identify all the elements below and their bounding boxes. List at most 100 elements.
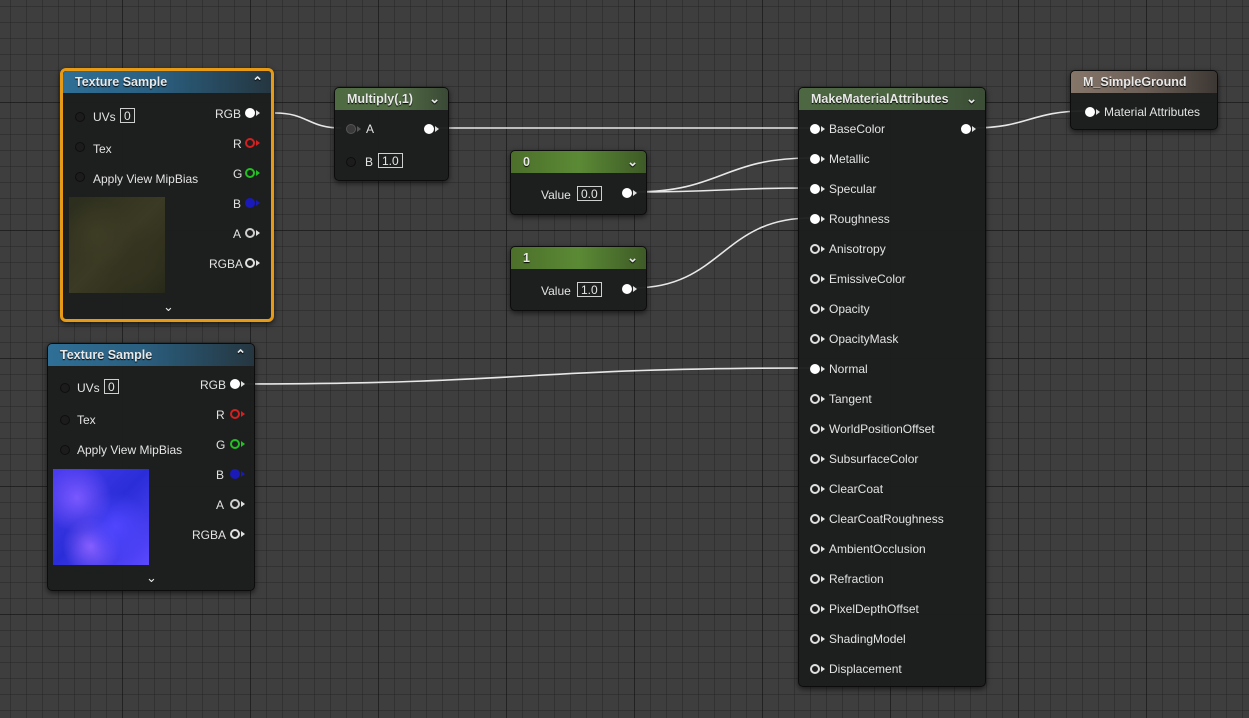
tex-label: Tex — [77, 413, 96, 427]
anisotropy-label: Anisotropy — [829, 242, 886, 256]
ambient-occlusion-label: AmbientOcclusion — [829, 542, 926, 556]
output-label-rgba: RGBA — [192, 528, 227, 542]
output-label-rgba: RGBA — [209, 257, 244, 271]
texture-sample-header[interactable]: Texture Sample ⌃ — [48, 344, 254, 366]
collapse-icon[interactable]: ⌄ — [627, 247, 638, 269]
multiply-output-pin[interactable] — [424, 124, 439, 136]
normal-input-pin[interactable] — [810, 364, 825, 376]
mipbias-label: Apply View MipBias — [93, 172, 199, 186]
ambient-occlusion-input-pin[interactable] — [810, 544, 825, 556]
material-result-header[interactable]: M_SimpleGround — [1071, 71, 1217, 93]
value-output-pin[interactable] — [622, 188, 637, 200]
rgba-output-pin[interactable] — [230, 529, 245, 541]
pixel-depth-offset-input-pin[interactable] — [810, 604, 825, 616]
collapse-icon[interactable]: ⌄ — [966, 88, 977, 110]
b-value-field[interactable]: 1.0 — [378, 153, 403, 168]
uvs-value-field[interactable]: 0 — [120, 108, 135, 123]
make-material-attributes-header[interactable]: MakeMaterialAttributes ⌄ — [799, 88, 985, 110]
r-output-pin[interactable] — [245, 138, 260, 150]
material-result-node[interactable]: M_SimpleGround Material Attributes — [1070, 70, 1218, 130]
collapse-icon[interactable]: ⌄ — [429, 88, 440, 110]
output-label-rgb: RGB — [215, 107, 242, 121]
base-color-input-pin[interactable] — [810, 124, 825, 136]
displacement-input-pin[interactable] — [810, 664, 825, 676]
scalar-param-header[interactable]: 0 ⌄ — [511, 151, 646, 173]
refraction-input-pin[interactable] — [810, 574, 825, 586]
world-position-offset-input-pin[interactable] — [810, 424, 825, 436]
shading-model-input-pin[interactable] — [810, 634, 825, 646]
tex-input-pin[interactable] — [60, 415, 72, 427]
specular-label: Specular — [829, 182, 877, 196]
wire-tex2-rgb-to-normal — [239, 367, 812, 385]
uvs-label: UVs — [93, 110, 116, 124]
shading-model-label: ShadingModel — [829, 632, 906, 646]
metallic-input-pin[interactable] — [810, 154, 825, 166]
collapse-icon[interactable]: ⌃ — [235, 344, 246, 366]
r-output-pin[interactable] — [230, 409, 245, 421]
tex-input-pin[interactable] — [75, 142, 87, 154]
value-field[interactable]: 1.0 — [577, 282, 602, 297]
collapse-icon[interactable]: ⌄ — [627, 151, 638, 173]
collapse-icon[interactable]: ⌃ — [252, 71, 263, 93]
scalar-param-node-1[interactable]: 1 ⌄ Value 1.0 — [510, 246, 647, 311]
uvs-value-field[interactable]: 0 — [104, 379, 119, 394]
expand-icon[interactable]: ⌄ — [163, 299, 263, 315]
subsurface-color-input-pin[interactable] — [810, 454, 825, 466]
value-field[interactable]: 0.0 — [577, 186, 602, 201]
expand-icon[interactable]: ⌄ — [146, 570, 246, 586]
specular-input-pin[interactable] — [810, 184, 825, 196]
wire-tex1-rgb-to-multiply-a — [274, 112, 342, 129]
emissive-color-input-pin[interactable] — [810, 274, 825, 286]
base-color-label: BaseColor — [829, 122, 886, 136]
opacity-mask-input-pin[interactable] — [810, 334, 825, 346]
output-label-r: R — [233, 137, 242, 151]
texture-sample-header[interactable]: Texture Sample ⌃ — [63, 71, 271, 93]
node-title: Multiply(,1) — [347, 92, 413, 106]
clear-coat-input-pin[interactable] — [810, 484, 825, 496]
opacity-input-pin[interactable] — [810, 304, 825, 316]
g-output-pin[interactable] — [245, 168, 260, 180]
texture-sample-node-2[interactable]: Texture Sample ⌃ UVs 0 Tex Apply View Mi… — [47, 343, 255, 591]
input-label-b: B — [365, 155, 374, 169]
material-attributes-input-pin[interactable] — [1085, 107, 1100, 119]
rgb-output-pin[interactable] — [230, 379, 245, 391]
value-output-pin[interactable] — [622, 284, 637, 296]
b-output-pin[interactable] — [230, 469, 245, 481]
tex-label: Tex — [93, 142, 112, 156]
node-title: Texture Sample — [75, 75, 168, 89]
mipbias-input-pin[interactable] — [60, 445, 72, 457]
g-output-pin[interactable] — [230, 439, 245, 451]
b-output-pin[interactable] — [245, 198, 260, 210]
node-title: 0 — [523, 155, 530, 169]
tangent-input-pin[interactable] — [810, 394, 825, 406]
make-material-attributes-node[interactable]: MakeMaterialAttributes ⌄ BaseColor Metall… — [798, 87, 986, 687]
mipbias-input-pin[interactable] — [75, 172, 87, 184]
output-label-g: G — [216, 438, 226, 452]
opacity-label: Opacity — [829, 302, 870, 316]
multiply-header[interactable]: Multiply(,1) ⌄ — [335, 88, 448, 110]
clear-coat-roughness-input-pin[interactable] — [810, 514, 825, 526]
a-output-pin[interactable] — [245, 228, 260, 240]
wire-param0-to-specular — [632, 187, 812, 193]
wire-param0-to-metallic — [632, 157, 812, 193]
rgb-output-pin[interactable] — [245, 108, 260, 120]
multiply-node[interactable]: Multiply(,1) ⌄ A B 1.0 — [334, 87, 449, 181]
texture-sample-node-1[interactable]: Texture Sample ⌃ UVs 0 Tex Apply View Mi… — [60, 68, 274, 322]
roughness-input-pin[interactable] — [810, 214, 825, 226]
rgba-output-pin[interactable] — [245, 258, 260, 270]
subsurface-color-label: SubsurfaceColor — [829, 452, 919, 466]
node-title: 1 — [523, 251, 530, 265]
uvs-input-pin[interactable] — [75, 112, 87, 124]
opacity-mask-label: OpacityMask — [829, 332, 899, 346]
world-position-offset-label: WorldPositionOffset — [829, 422, 935, 436]
a-output-pin[interactable] — [230, 499, 245, 511]
scalar-param-node-0[interactable]: 0 ⌄ Value 0.0 — [510, 150, 647, 215]
anisotropy-input-pin[interactable] — [810, 244, 825, 256]
mipbias-label: Apply View MipBias — [77, 443, 183, 457]
attributes-output-pin[interactable] — [961, 124, 976, 136]
b-input-pin[interactable] — [346, 157, 358, 169]
scalar-param-header[interactable]: 1 ⌄ — [511, 247, 646, 269]
a-input-pin[interactable] — [346, 124, 361, 136]
texture-preview-normal — [53, 469, 149, 565]
uvs-input-pin[interactable] — [60, 383, 72, 395]
